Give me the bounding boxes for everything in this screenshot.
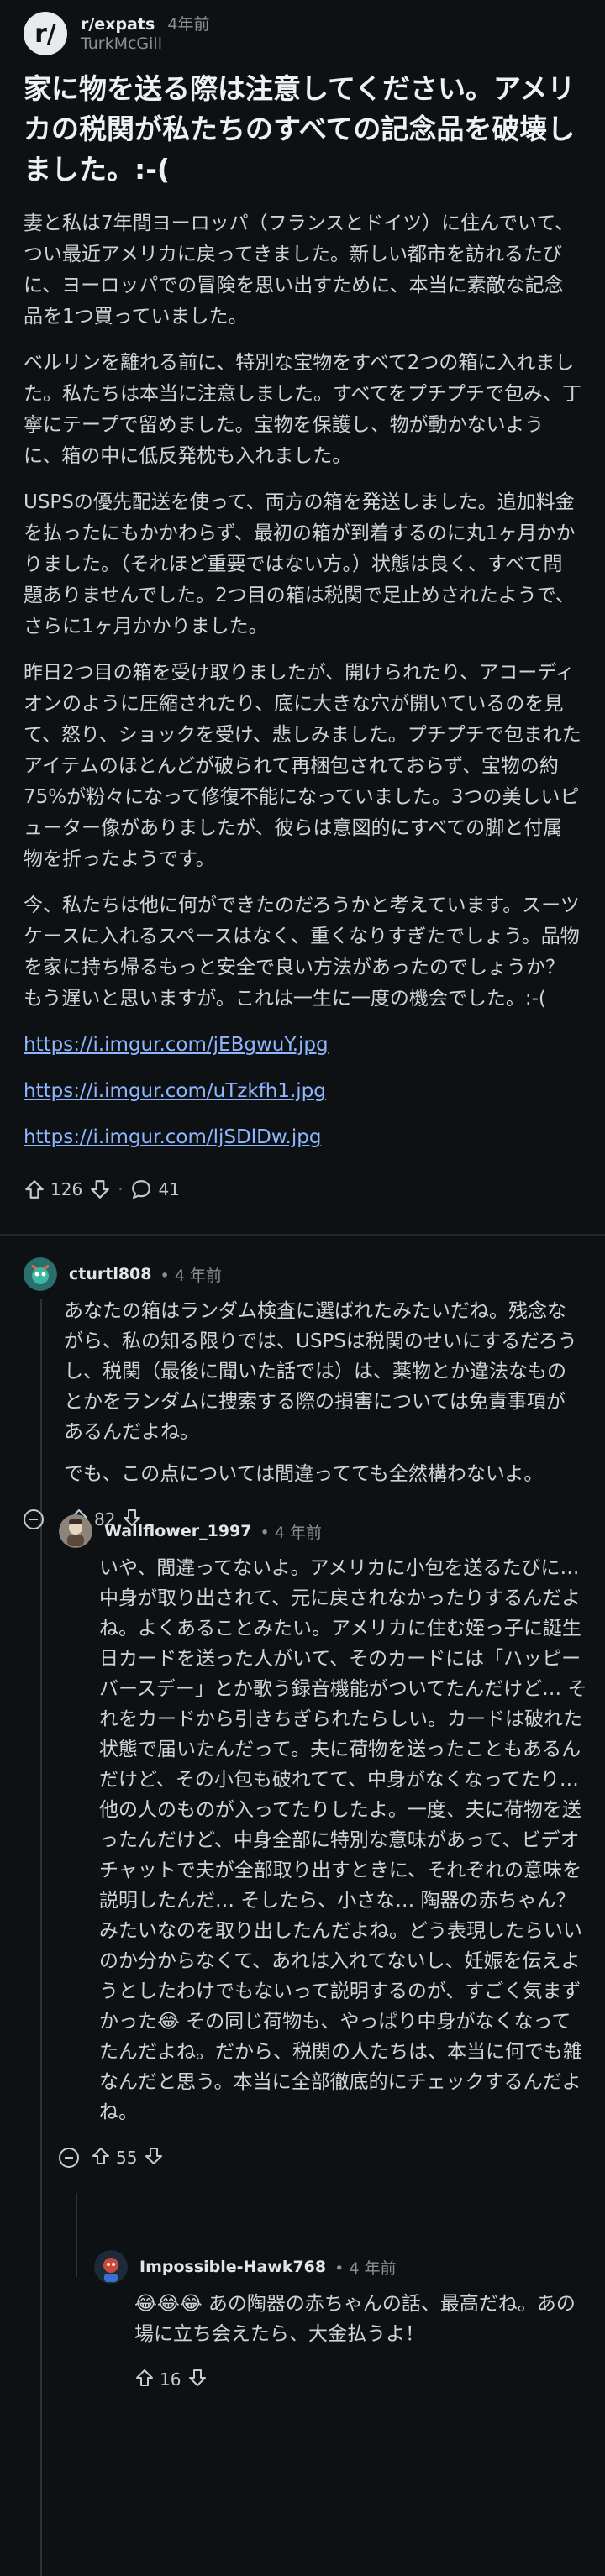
post-paragraph: 今、私たちは他に何ができたのだろうかと考えています。スーツケースに入れるスペース… (24, 895, 580, 1010)
post-author[interactable]: TurkMcGill (81, 34, 209, 53)
comment-paragraph: あなたの箱はランダム検査に選ばれたみたいだね。残念ながら、私の知る限りでは、US… (64, 1300, 577, 1443)
collapse-icon[interactable] (59, 2148, 79, 2168)
post-paragraph: USPSの優先配送を使って、両方の箱を発送しました。追加料金を払ったにもかかわら… (24, 491, 576, 637)
comment-paragraph: いや、間違ってないよ。アメリカに小包を送るたびに… 中身が取り出されて、元に戻さ… (99, 1557, 587, 2123)
comment-time: • 4 年前 (260, 1523, 322, 1542)
comment-author[interactable]: Impossible-Hawk768 (139, 2258, 326, 2276)
comment-body: 😂😂😂 あの陶器の赤ちゃんの話、最高だね。あの場に立ち会えたら、大金払うよ！ (134, 2289, 590, 2349)
comment-paragraph: 😂😂😂 あの陶器の赤ちゃんの話、最高だね。あの場に立ち会えたら、大金払うよ！ (134, 2293, 576, 2345)
downvote-icon[interactable] (144, 2146, 164, 2170)
comment-author[interactable]: cturtl808 (69, 1265, 152, 1283)
image-link-3[interactable]: https://i.imgur.com/ljSDlDw.jpg (24, 1126, 321, 1148)
comment: Wallflower_1997 • 4 年前 いや、間違ってないよ。アメリカに小… (59, 1509, 588, 2176)
upvote-icon[interactable] (24, 1178, 45, 1200)
comments-section: cturtl808 • 4 年前 あなたの箱はランダム検査に選ばれたみたいだね。… (0, 1252, 605, 2576)
post-header: r/ r/expats 4年前 TurkMcGill (24, 7, 581, 60)
vote-count: 55 (116, 2148, 138, 2168)
comment-body: あなたの箱はランダム検査に選ばれたみたいだね。残念ながら、私の知る限りでは、US… (64, 1296, 581, 1489)
separator: · (118, 1179, 124, 1199)
comment-body: いや、間違ってないよ。アメリカに小包を送るたびに… 中身が取り出されて、元に戻さ… (99, 1553, 588, 2127)
post-actions: 126 · 41 (24, 1168, 581, 1210)
comment-icon[interactable] (130, 1178, 152, 1200)
downvote-icon[interactable] (89, 1178, 111, 1200)
post-title: 家に物を送る際は注意してください。アメリカの税関が私たちのすべての記念品を破壊し… (24, 72, 576, 186)
upvote-icon[interactable] (91, 2146, 111, 2170)
post-paragraph: 昨日2つ目の箱を受け取りましたが、開けられたり、アコーディオンのように圧縮された… (24, 662, 581, 870)
post-vote-count: 126 (50, 1179, 83, 1199)
subreddit-name[interactable]: r/expats (81, 15, 155, 34)
comment-paragraph: でも、この点については間違ってても全然構わないよ。 (64, 1463, 544, 1485)
downvote-icon[interactable] (187, 2368, 208, 2392)
upvote-icon[interactable] (134, 2368, 155, 2392)
post-time: 4年前 (167, 14, 210, 34)
post: r/ r/expats 4年前 TurkMcGill 家に物を送る際は注意してく… (0, 0, 605, 1210)
comment-actions: 16 (134, 2361, 590, 2398)
thread-line (76, 2193, 77, 2277)
post-body: 妻と私は7年間ヨーロッパ（フランスとドイツ）に住んでいて、つい最近アメリカに戻っ… (24, 208, 581, 1153)
avatar[interactable] (94, 2250, 128, 2284)
post-paragraph: 妻と私は7年間ヨーロッパ（フランスとドイツ）に住んでいて、つい最近アメリカに戻っ… (24, 212, 575, 328)
image-link-2[interactable]: https://i.imgur.com/uTzkfh1.jpg (24, 1080, 326, 1102)
comment-time: • 4 年前 (160, 1266, 222, 1285)
image-link-1[interactable]: https://i.imgur.com/jEBgwuY.jpg (24, 1034, 329, 1056)
comment-time: • 4 年前 (334, 2259, 397, 2278)
subreddit-avatar[interactable]: r/ (24, 12, 67, 55)
comment: cturtl808 • 4 年前 あなたの箱はランダム検査に選ばれたみたいだね。… (24, 1252, 581, 1538)
comment-actions: 55 (59, 2139, 588, 2176)
collapse-icon[interactable] (24, 1509, 44, 1529)
post-paragraph: ベルリンを離れる前に、特別な宝物をすべて2つの箱に入れました。私たちは本当に注意… (24, 352, 582, 467)
comment-author[interactable]: Wallflower_1997 (104, 1522, 251, 1540)
avatar[interactable] (24, 1257, 57, 1291)
comment: Impossible-Hawk768 • 4 年前 😂😂😂 あの陶器の赤ちゃんの… (94, 2245, 590, 2398)
vote-count: 16 (160, 2369, 182, 2390)
divider (0, 1234, 605, 1236)
avatar[interactable] (59, 1514, 92, 1548)
comment-count: 41 (158, 1179, 180, 1199)
